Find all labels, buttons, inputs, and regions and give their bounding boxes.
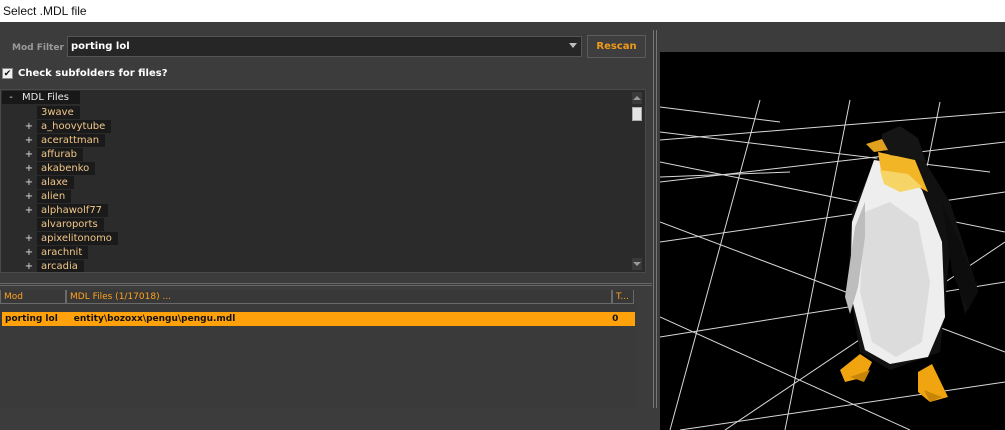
column-mod[interactable]: Mod — [0, 290, 66, 304]
subfolders-checkbox[interactable]: ✔ — [2, 68, 13, 79]
tree-scrollbar[interactable] — [631, 91, 644, 271]
dropdown-arrow-icon[interactable] — [569, 43, 577, 48]
tree-item-label: alien — [37, 189, 72, 203]
preview-scene — [660, 99, 1005, 430]
tree-item-label: acerattman — [37, 133, 106, 147]
expand-icon[interactable]: + — [21, 177, 37, 188]
mod-filter-combobox[interactable]: porting lol — [67, 36, 582, 57]
mdl-file-list[interactable]: Mod MDL Files (1/17018) ... T... porting… — [0, 290, 636, 408]
expand-icon[interactable]: + — [21, 233, 37, 244]
scroll-up-icon[interactable] — [632, 92, 642, 104]
model-preview-viewport[interactable] — [660, 52, 1005, 430]
tree-item[interactable]: + acerattman — [21, 133, 118, 147]
mdl-file-tree[interactable]: - MDL Files 3wave + a_hoovytube + acerattman… — [0, 89, 646, 273]
tree-item[interactable]: + apixelitonomo — [21, 231, 118, 245]
expand-icon[interactable]: + — [21, 205, 37, 216]
subfolders-label: Check subfolders for files? — [18, 68, 168, 79]
tree-items: 3wave + a_hoovytube + acerattman + affurab + aka… — [21, 105, 118, 272]
expand-icon[interactable]: + — [21, 247, 37, 258]
expand-icon[interactable]: + — [21, 163, 37, 174]
column-mdl-files[interactable]: MDL Files (1/17018) ... — [66, 290, 612, 304]
tree-item-label: a_hoovytube — [37, 119, 112, 133]
tree-item[interactable]: + arcadia — [21, 259, 118, 272]
scroll-thumb[interactable] — [632, 107, 642, 121]
rescan-button[interactable]: Rescan — [587, 35, 646, 58]
expand-icon[interactable]: + — [21, 135, 37, 146]
tree-item[interactable]: + akabenko — [21, 161, 118, 175]
expand-icon[interactable]: + — [21, 261, 37, 272]
tree-item-label: apixelitonomo — [37, 231, 118, 245]
tree-root-node[interactable]: - MDL Files — [2, 91, 80, 104]
scroll-down-icon[interactable] — [632, 258, 642, 270]
tree-item[interactable]: alvaroports — [21, 217, 118, 231]
tree-item-label: alvaroports — [37, 217, 104, 231]
tree-item-label: akabenko — [37, 161, 96, 175]
table-row[interactable]: porting lol entity\bozoxx\pengu\pengu.md… — [2, 312, 635, 326]
horizontal-splitter[interactable] — [0, 283, 652, 286]
mod-filter-value: porting lol — [71, 41, 130, 52]
window-titlebar: Select .MDL file — [0, 0, 1005, 22]
tree-item[interactable]: + alphawolf77 — [21, 203, 118, 217]
tree-item-label: alaxe — [37, 175, 74, 189]
tree-root-label: MDL Files — [22, 92, 70, 103]
tree-item[interactable]: + a_hoovytube — [21, 119, 118, 133]
vertical-splitter[interactable] — [653, 30, 657, 408]
tree-item-label: arachnit — [37, 245, 89, 259]
tree-item-label: alphawolf77 — [37, 203, 109, 217]
tree-item-label: arcadia — [37, 259, 84, 272]
mod-filter-label: Mod Filter — [12, 43, 64, 53]
row-mod: porting lol — [5, 314, 58, 324]
collapse-icon[interactable]: - — [2, 92, 20, 103]
expand-icon[interactable]: + — [21, 149, 37, 160]
tree-item[interactable]: + affurab — [21, 147, 118, 161]
tree-item-label: affurab — [37, 147, 83, 161]
tree-item[interactable]: + alaxe — [21, 175, 118, 189]
tree-item[interactable]: + alien — [21, 189, 118, 203]
expand-icon[interactable]: + — [21, 191, 37, 202]
tree-item[interactable]: + arachnit — [21, 245, 118, 259]
tree-item-label: 3wave — [37, 105, 80, 119]
column-t[interactable]: T... — [612, 290, 634, 304]
subfolders-check-row[interactable]: ✔ Check subfolders for files? — [2, 68, 168, 79]
tree-item[interactable]: 3wave — [21, 105, 118, 119]
expand-icon[interactable]: + — [21, 121, 37, 132]
row-t: 0 — [612, 314, 619, 324]
window-title: Select .MDL file — [3, 4, 87, 18]
row-path: entity\bozoxx\pengu\pengu.mdl — [73, 314, 236, 324]
list-header: Mod MDL Files (1/17018) ... T... — [0, 290, 636, 304]
penguin-model — [840, 126, 978, 402]
